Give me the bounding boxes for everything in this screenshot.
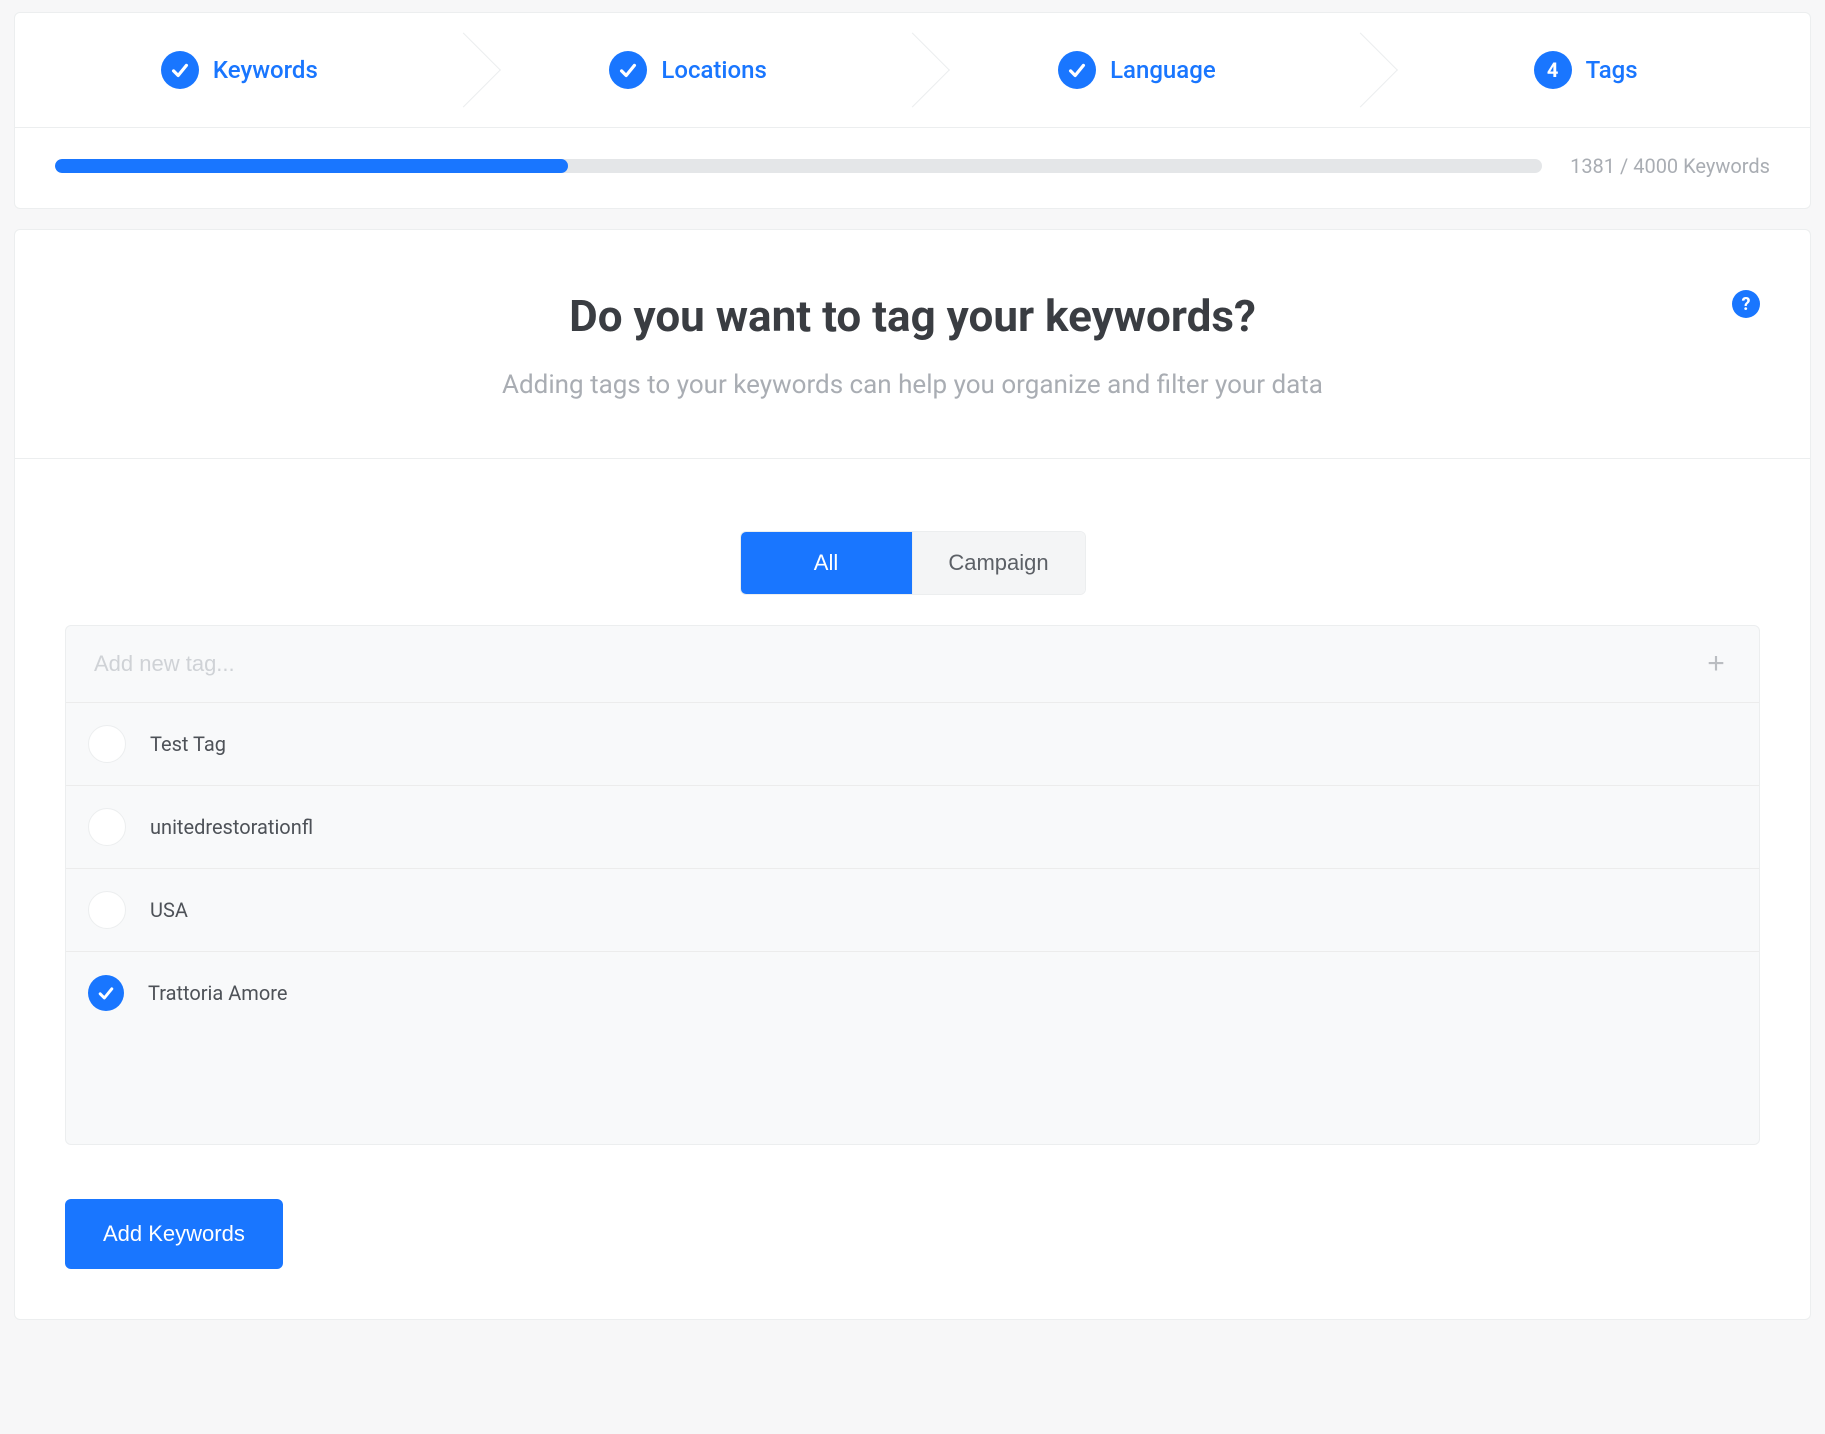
step-label: Language (1110, 56, 1216, 84)
tab-all[interactable]: All (741, 532, 913, 594)
filter-tabs: All Campaign (65, 531, 1760, 595)
tag-list: + Test Tag unitedrestorationfl USA Tratt… (65, 625, 1760, 1145)
progress-fill (55, 159, 568, 173)
new-tag-row: + (66, 626, 1759, 703)
check-icon (1058, 51, 1096, 89)
checkbox-unchecked-icon[interactable] (88, 808, 126, 846)
step-tags[interactable]: 4 Tags (1361, 13, 1810, 127)
tag-row[interactable]: USA (66, 869, 1759, 952)
tag-label: Test Tag (150, 732, 226, 756)
step-label: Keywords (213, 56, 318, 84)
wizard-header: Keywords Locations Language 4 Tags 1381 … (14, 12, 1811, 209)
progress-row: 1381 / 4000 Keywords (15, 128, 1810, 178)
tag-row[interactable]: unitedrestorationfl (66, 786, 1759, 869)
add-tag-button[interactable]: + (1699, 647, 1733, 681)
plus-icon: + (1707, 647, 1725, 681)
checkbox-checked-icon[interactable] (88, 975, 124, 1011)
footer-actions: Add Keywords (65, 1199, 1760, 1269)
step-language[interactable]: Language (913, 13, 1362, 127)
checkbox-unchecked-icon[interactable] (88, 725, 126, 763)
step-number-icon: 4 (1534, 51, 1572, 89)
checkbox-unchecked-icon[interactable] (88, 891, 126, 929)
tag-label: unitedrestorationfl (150, 815, 313, 839)
help-icon: ? (1742, 294, 1751, 315)
progress-bar (55, 159, 1542, 173)
divider (15, 458, 1810, 459)
help-button[interactable]: ? (1732, 290, 1760, 318)
tab-campaign[interactable]: Campaign (913, 532, 1085, 594)
tag-label: Trattoria Amore (148, 981, 287, 1005)
spacer (66, 1034, 1759, 1144)
check-icon (609, 51, 647, 89)
main-panel: ? Do you want to tag your keywords? Addi… (14, 229, 1811, 1320)
check-icon (161, 51, 199, 89)
step-keywords[interactable]: Keywords (15, 13, 464, 127)
tag-label: USA (150, 898, 188, 922)
tag-row[interactable]: Test Tag (66, 703, 1759, 786)
step-label: Tags (1586, 56, 1638, 84)
tag-row[interactable]: Trattoria Amore (66, 952, 1759, 1034)
add-keywords-button[interactable]: Add Keywords (65, 1199, 283, 1269)
step-label: Locations (661, 56, 766, 84)
progress-text: 1381 / 4000 Keywords (1570, 154, 1770, 178)
new-tag-input[interactable] (92, 650, 1699, 678)
step-locations[interactable]: Locations (464, 13, 913, 127)
page-subtitle: Adding tags to your keywords can help yo… (65, 370, 1760, 400)
stepper: Keywords Locations Language 4 Tags (15, 13, 1810, 128)
page-title: Do you want to tag your keywords? (65, 290, 1760, 342)
